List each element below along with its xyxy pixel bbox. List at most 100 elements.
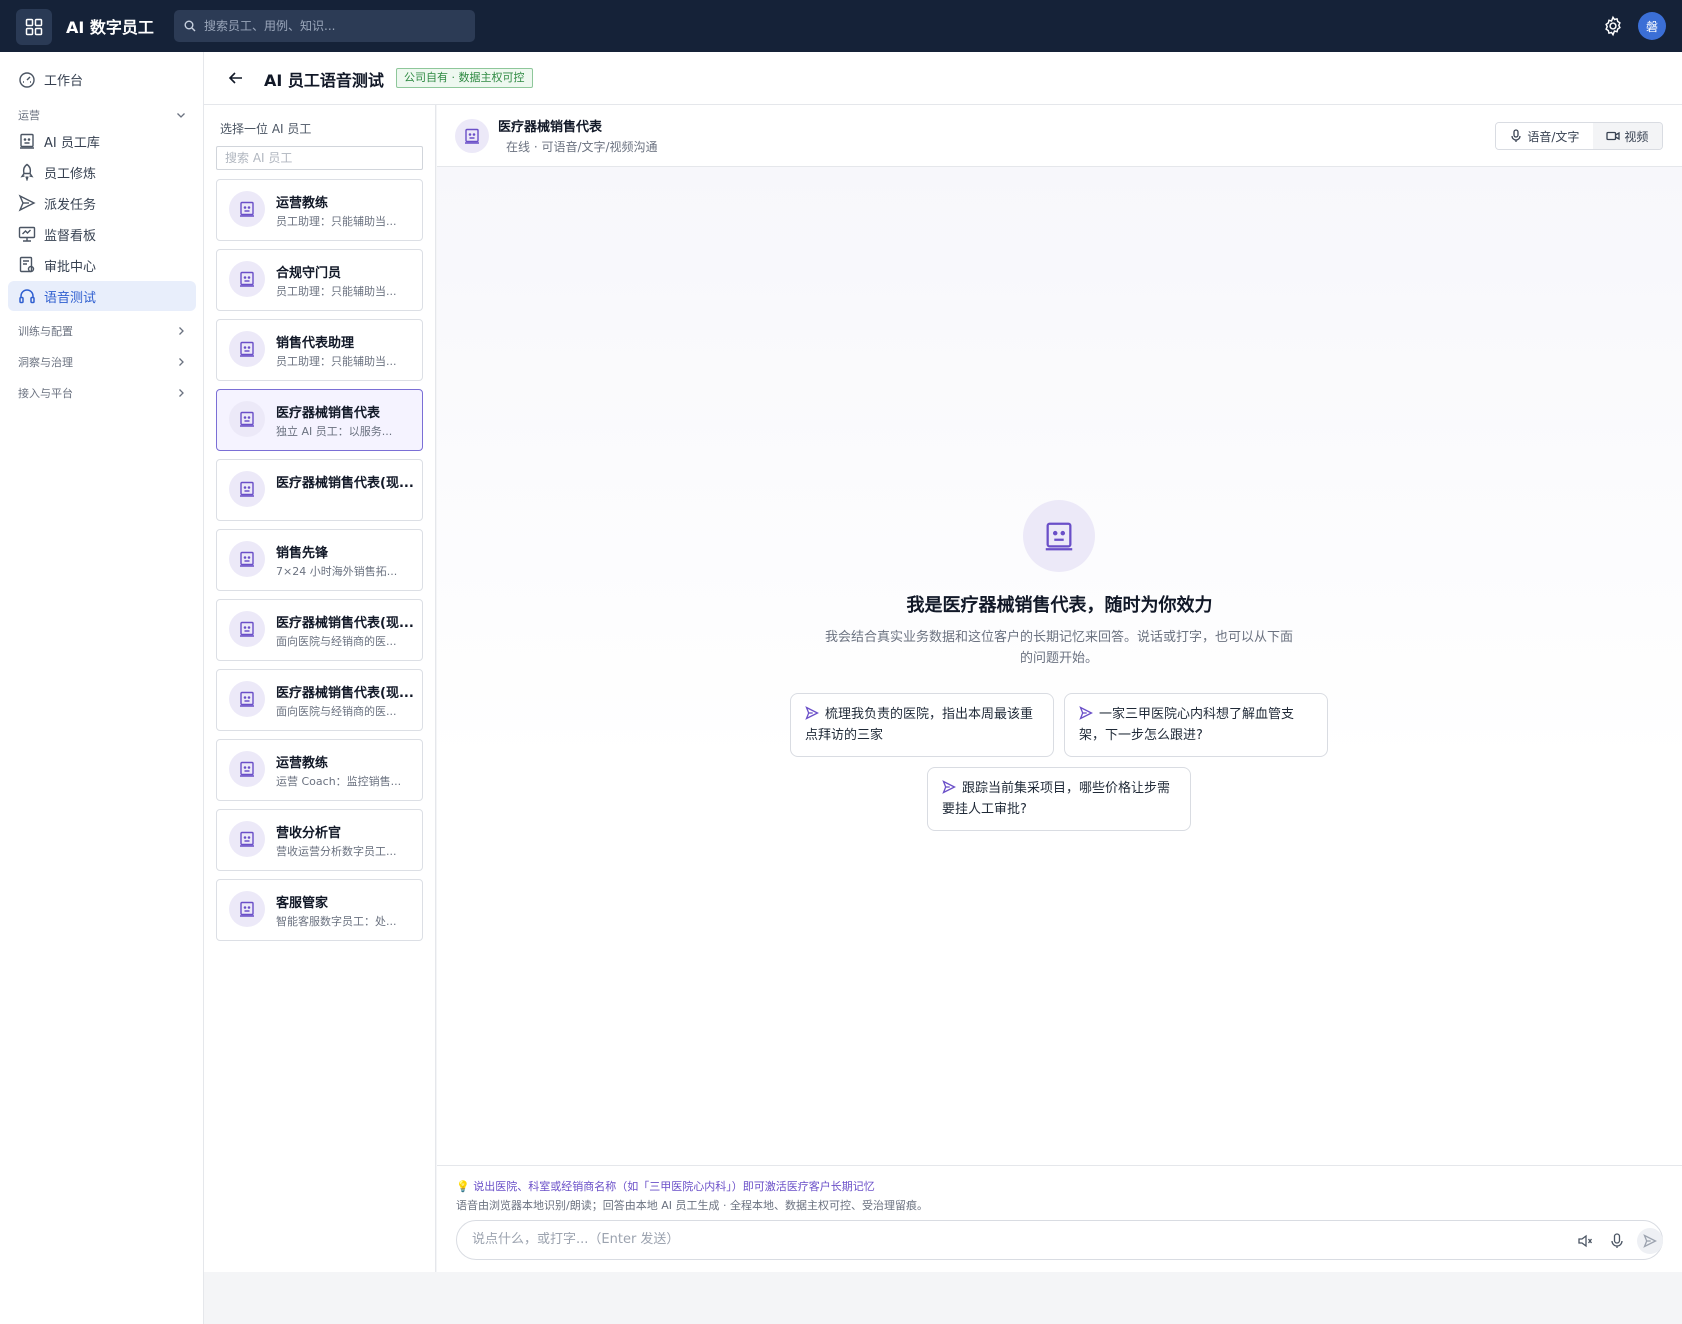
gear-icon[interactable] (1602, 15, 1624, 37)
employee-name: 医疗器械销售代表(现... (276, 686, 414, 701)
employee-card[interactable]: 医疗器械销售代表 独立 AI 员工：以服务... (216, 389, 423, 451)
employee-avatar (229, 191, 265, 227)
approval-icon (19, 256, 35, 273)
employee-card[interactable]: 医疗器械销售代表(现... (216, 459, 423, 521)
chevron-right-icon (179, 327, 184, 335)
sidebar-item-label: 监督看板 (44, 228, 97, 244)
search-icon (184, 20, 196, 32)
employee-panel-label: 选择一位 AI 员工 (220, 122, 312, 136)
robot-icon (240, 551, 254, 567)
page-header: AI 员工语音测试 公司自有 · 数据主权可控 (204, 52, 1682, 105)
sidebar-group-label: 洞察与治理 (18, 356, 73, 369)
sidebar-item-label: 派发任务 (44, 197, 97, 213)
sidebar-item-voice-test[interactable]: 语音测试 (8, 281, 196, 311)
sidebar-item-workbench[interactable]: 工作台 (8, 64, 196, 94)
employee-desc: 员工助理：只能辅助当... (276, 285, 397, 298)
employee-name: 营收分析官 (276, 826, 342, 841)
hero-subtitle: 我会结合真实业务数据和这位客户的长期记忆来回答。说话或打字，也可以从下面的问题开… (824, 630, 1293, 666)
global-search[interactable] (174, 10, 475, 42)
employee-name: 医疗器械销售代表 (276, 406, 381, 421)
chevron-down-icon (177, 113, 185, 118)
global-search-input[interactable] (204, 19, 454, 33)
grid-icon (25, 18, 43, 36)
employee-avatar (229, 891, 265, 927)
employee-card[interactable]: 营收分析官营收运营分析数字员工... (216, 809, 423, 871)
chat-body: 我是医疗器械销售代表，随时为你效力 我会结合真实业务数据和这位客户的长期记忆来回… (437, 167, 1682, 1165)
employee-card[interactable]: 客服管家 智能客服数字员工：处... (216, 879, 423, 941)
employee-name: 医疗器械销售代表(现... (276, 476, 414, 491)
robot-icon (240, 621, 254, 637)
robot-icon (240, 761, 254, 777)
sidebar-item-label: 审批中心 (44, 259, 97, 275)
robot-icon (1045, 522, 1073, 551)
employee-avatar (229, 331, 265, 367)
send-icon (805, 706, 819, 720)
sidebar-item-employee-library[interactable]: AI 员工库 (8, 126, 196, 156)
employee-panel: 选择一位 AI 员工 运营教练员工助理：只能辅助当...合规守门员员工助理：只能… (204, 105, 436, 1272)
suggestion-text: 一家三甲医院心内科想了解血管支架，下一步怎么跟进? (1079, 707, 1295, 743)
mode-label: 视频 (1624, 129, 1649, 144)
employee-desc: 7×24 小时海外销售拓... (276, 565, 398, 578)
sidebar-group-label: 运营 (18, 109, 40, 122)
suggestion-text: 跟踪当前集采项目，哪些价格让步需要挂人工审批? (942, 781, 1171, 817)
employee-desc: 员工助理：只能辅助当... (276, 355, 397, 368)
voice-text-mode-button[interactable]: 语音/文字 (1496, 123, 1593, 149)
microphone-icon[interactable] (1608, 1232, 1626, 1250)
chat-employee-avatar (455, 119, 489, 153)
rocket-icon (20, 163, 34, 181)
employee-card[interactable]: 销售先锋 7×24 小时海外销售拓... (216, 529, 423, 591)
privacy-note: 语音由浏览器本地识别/朗读；回答由本地 AI 员工生成 · 全程本地、数据主权可… (456, 1199, 928, 1212)
employee-card[interactable]: 医疗器械销售代表(现... 面向医院与经销商的医... (216, 599, 423, 661)
back-arrow-icon[interactable] (226, 68, 246, 88)
employee-card[interactable]: 合规守门员 员工助理：只能辅助当... (216, 249, 423, 311)
robot-icon (465, 128, 479, 144)
employee-desc: 面向医院与经销商的医... (276, 635, 397, 648)
chat-footer: 💡 说出医院、科室或经销商名称（如「三甲医院心内科」）即可激活医疗客户长期记忆 … (437, 1165, 1682, 1272)
employee-desc: 营收运营分析数字员工... (276, 845, 397, 858)
send-icon (1079, 706, 1093, 720)
suggestion-text: 梳理我负责的医院，指出本周最该重点拜访的三家 (805, 707, 1034, 743)
employee-desc: 面向医院与经销商的医... (276, 705, 397, 718)
top-bar: AI 数字员工 磐 (0, 0, 1682, 52)
sidebar-item-training[interactable]: 员工修炼 (8, 157, 196, 187)
employee-card[interactable]: 销售代表助理员工助理：只能辅助当... (216, 319, 423, 381)
sidebar-item-dispatch[interactable]: 派发任务 (8, 188, 196, 218)
employee-card[interactable]: 医疗器械销售代表(现... 面向医院与经销商的医... (216, 669, 423, 731)
sidebar-group-training-config[interactable]: 训练与配置 (18, 323, 186, 339)
app-title: AI 数字员工 (66, 18, 154, 37)
employee-avatar (229, 611, 265, 647)
user-avatar[interactable]: 磐 (1638, 12, 1666, 40)
employee-card[interactable]: 运营教练 员工助理：只能辅助当... (216, 179, 423, 241)
message-input[interactable] (472, 1232, 1552, 1247)
suggestion-button[interactable]: 梳理我负责的医院，指出本周最该重点拜访的三家 (790, 693, 1054, 757)
sidebar-item-monitor[interactable]: 监督看板 (8, 219, 196, 249)
sidebar-item-label: 工作台 (44, 73, 84, 89)
robot-icon (240, 831, 254, 847)
send-icon (1643, 1234, 1657, 1248)
sidebar-item-approval[interactable]: 审批中心 (8, 250, 196, 280)
employee-avatar (229, 401, 265, 437)
employee-desc: 智能客服数字员工：处... (276, 915, 397, 928)
headset-icon (19, 289, 35, 304)
employee-desc: 运营 Coach：监控销售... (276, 775, 402, 788)
robot-icon (240, 411, 254, 427)
sidebar-group-label: 训练与配置 (18, 325, 73, 338)
sidebar-group-access-platform[interactable]: 接入与平台 (18, 385, 186, 401)
employee-avatar (229, 541, 265, 577)
sidebar-item-label: AI 员工库 (44, 135, 100, 151)
employee-name: 销售代表助理 (276, 336, 355, 351)
employee-name: 运营教练 (276, 756, 329, 771)
suggestion-button[interactable]: 一家三甲医院心内科想了解血管支架，下一步怎么跟进? (1064, 693, 1328, 757)
sidebar-group-insight-governance[interactable]: 洞察与治理 (18, 354, 186, 370)
chat-employee-status: 在线 · 可语音/文字/视频沟通 (506, 140, 658, 154)
suggestion-button[interactable]: 跟踪当前集采项目，哪些价格让步需要挂人工审批? (927, 767, 1191, 831)
video-mode-button[interactable]: 视频 (1592, 123, 1662, 149)
send-button[interactable] (1637, 1228, 1663, 1254)
employee-search-input[interactable] (216, 146, 423, 170)
speaker-mute-icon[interactable] (1576, 1232, 1594, 1250)
employee-avatar (229, 471, 265, 507)
sidebar-group-ops[interactable]: 运营 (18, 107, 186, 123)
employee-avatar (229, 821, 265, 857)
app-grid-button[interactable] (16, 9, 52, 45)
employee-card[interactable]: 运营教练运营 Coach：监控销售... (216, 739, 423, 801)
